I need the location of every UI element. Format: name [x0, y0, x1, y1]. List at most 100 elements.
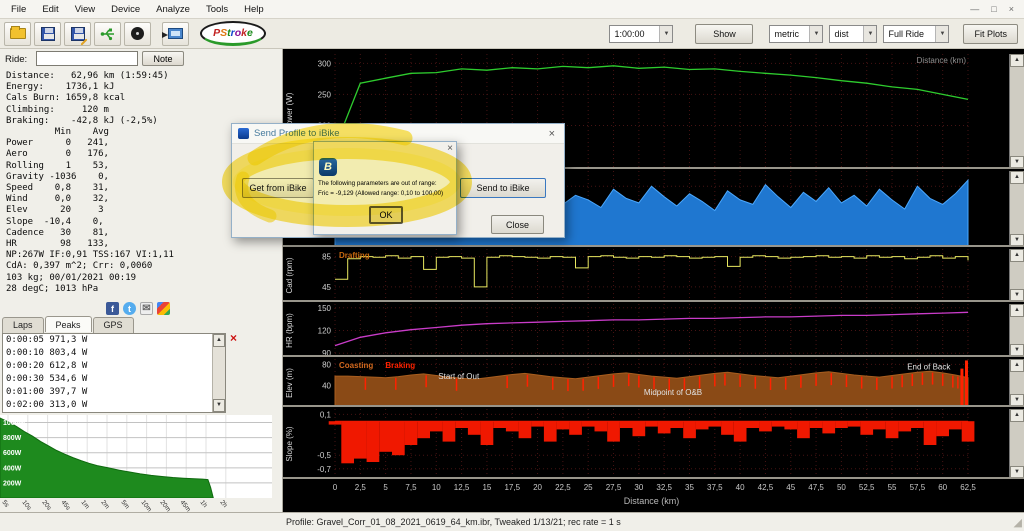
menu-edit[interactable]: Edit [34, 1, 66, 18]
chart-panel-elevation[interactable]: 8040Elev (m)CoastingBrakingStart of OutM… [283, 359, 1024, 407]
tab-gps[interactable]: GPS [93, 317, 134, 333]
peaks-list[interactable]: 0:00:05 971,3 W0:00:10 803,4 W0:00:20 61… [2, 333, 226, 413]
download-ride-button[interactable] [162, 22, 189, 46]
facebook-icon[interactable]: f [106, 302, 119, 315]
pstroke-logo-text: PStroke [213, 27, 253, 39]
out-of-range-msgbox: × B The following parameters are out of … [313, 141, 457, 235]
note-button[interactable]: Note [142, 51, 184, 66]
scroll-up-icon[interactable]: ▲ [1010, 359, 1024, 372]
mode-select[interactable]: dist ▼ [829, 25, 877, 43]
peak-row[interactable]: 0:00:20 612,8 W [3, 360, 225, 373]
dialog-close-button[interactable]: Close [491, 215, 544, 234]
menu-analyze[interactable]: Analyze [148, 1, 198, 18]
send-to-ibike-button[interactable]: Send to iBike [460, 178, 546, 198]
panel-scrollbar[interactable]: ▲▼ [1009, 304, 1024, 357]
stats-line: Climbing: 120 m [6, 105, 174, 116]
svg-text:Drafting: Drafting [339, 251, 370, 260]
scroll-down-icon[interactable]: ▼ [1010, 466, 1024, 479]
pd-x-label: 5s [0, 499, 10, 509]
scroll-down-icon[interactable]: ▼ [1010, 289, 1024, 302]
chart-panel-slope[interactable]: 0,1-0,5-0,7Slope (%)▲▼ [283, 409, 1024, 479]
scroll-down-icon[interactable]: ▼ [1010, 344, 1024, 357]
usb-connect-button[interactable] [94, 22, 121, 46]
chart-panel-hr[interactable]: 15012090HR (bpm)▲▼ [283, 304, 1024, 357]
google-share-icon[interactable] [157, 302, 170, 315]
open-file-button[interactable] [4, 22, 31, 46]
ride-input[interactable] [36, 51, 138, 66]
monitor-arrow-icon [168, 28, 183, 39]
svg-text:Start of Out: Start of Out [438, 372, 480, 381]
svg-text:HR (bpm): HR (bpm) [285, 313, 294, 348]
units-select[interactable]: metric ▼ [769, 25, 823, 43]
power-distribution-x-labels: 5s10s20s45s1m2m5m10m20m45m1h2h [0, 498, 282, 512]
peak-row[interactable]: 0:01:00 397,7 W [3, 386, 225, 399]
ride-label: Ride: [5, 54, 27, 65]
range-select[interactable]: Full Ride ▼ [883, 25, 949, 43]
stats-line: Elev 20 3 [6, 205, 174, 216]
menu-view[interactable]: View [67, 1, 103, 18]
panel-scrollbar[interactable]: ▲▼ [1009, 359, 1024, 407]
chart-area: 300250200Power (W)Distance (km)▲▼4020Spe… [283, 49, 1024, 512]
peak-row[interactable]: 0:02:00 313,0 W [3, 399, 225, 412]
panel-scrollbar[interactable]: ▲▼ [1009, 249, 1024, 302]
msgbox-close-icon[interactable]: × [447, 143, 453, 154]
msgbox-text-line1: The following parameters are out of rang… [318, 180, 437, 187]
dialog-close-icon[interactable]: × [546, 128, 558, 140]
scroll-down-icon[interactable]: ▼ [1010, 156, 1024, 169]
peaks-scrollbar[interactable]: ▲▼ [212, 334, 225, 412]
x-tick-label: 17,5 [504, 483, 520, 492]
device-button[interactable] [124, 22, 151, 46]
peak-row[interactable]: 0:00:10 803,4 W [3, 347, 225, 360]
scroll-down-icon[interactable]: ▼ [1010, 394, 1024, 407]
delete-peak-icon[interactable]: × [230, 332, 237, 344]
menu-tools[interactable]: Tools [198, 1, 236, 18]
svg-text:Braking: Braking [385, 361, 415, 370]
status-text: Profile: Gravel_Corr_01_08_2021_0619_64_… [286, 517, 621, 527]
scroll-down-icon[interactable]: ▼ [1010, 234, 1024, 247]
peak-row[interactable]: 0:00:05 971,3 W [3, 334, 225, 347]
x-tick-label: 45 [786, 483, 795, 492]
panel-scrollbar[interactable]: ▲▼ [1009, 171, 1024, 247]
maximize-icon[interactable]: □ [991, 4, 996, 14]
tab-peaks[interactable]: Peaks [45, 316, 92, 332]
scroll-down-icon[interactable]: ▼ [213, 399, 225, 412]
x-tick-label: 5 [383, 483, 387, 492]
stats-line: 28 degC; 1013 hPa [6, 284, 174, 295]
tab-laps[interactable]: Laps [2, 317, 44, 333]
x-tick-label: 57,5 [910, 483, 926, 492]
power-distribution-chart: 1000W800W600W400W200W [0, 415, 282, 498]
scroll-up-icon[interactable]: ▲ [1010, 171, 1024, 184]
scroll-up-icon[interactable]: ▲ [1010, 409, 1024, 422]
scroll-up-icon[interactable]: ▲ [1010, 54, 1024, 67]
dropdown-arrow-icon: ▼ [659, 26, 672, 42]
menu-file[interactable]: File [3, 1, 34, 18]
svg-text:600W: 600W [3, 450, 22, 457]
panel-scrollbar[interactable]: ▲▼ [1009, 409, 1024, 479]
close-icon[interactable]: × [1009, 4, 1014, 14]
scroll-up-icon[interactable]: ▲ [1010, 304, 1024, 317]
peak-row[interactable]: 0:00:30 534,6 W [3, 373, 225, 386]
svg-text:End of Back: End of Back [907, 363, 951, 372]
minimize-icon[interactable]: — [970, 4, 979, 14]
pd-x-label: 2h [218, 499, 228, 509]
menu-device[interactable]: Device [103, 1, 148, 18]
email-icon[interactable]: ✉ [140, 302, 153, 315]
menu-help[interactable]: Help [236, 1, 272, 18]
fit-plots-button[interactable]: Fit Plots [963, 24, 1018, 44]
resize-grip[interactable]: ◢ [1014, 516, 1022, 529]
save-button[interactable] [34, 22, 61, 46]
x-tick-label: 27,5 [606, 483, 622, 492]
panel-scrollbar[interactable]: ▲▼ [1009, 54, 1024, 169]
get-from-ibike-button[interactable]: Get from iBike [242, 178, 314, 198]
chart-panel-cadence[interactable]: 8545Cad (rpm)Drafting▲▼ [283, 249, 1024, 302]
show-button[interactable]: Show [695, 24, 753, 44]
twitter-icon[interactable]: t [123, 302, 136, 315]
interval-select[interactable]: 1:00:00 ▼ [609, 25, 673, 43]
ok-button[interactable]: OK [369, 206, 403, 224]
stats-line: Distance: 62,96 km (1:59:45) [6, 71, 174, 82]
scroll-up-icon[interactable]: ▲ [213, 334, 225, 347]
sidebar: Ride: Note Distance: 62,96 km (1:59:45) E… [0, 49, 283, 512]
x-tick-label: 7,5 [405, 483, 416, 492]
scroll-up-icon[interactable]: ▲ [1010, 249, 1024, 262]
save-as-button[interactable] [64, 22, 91, 46]
